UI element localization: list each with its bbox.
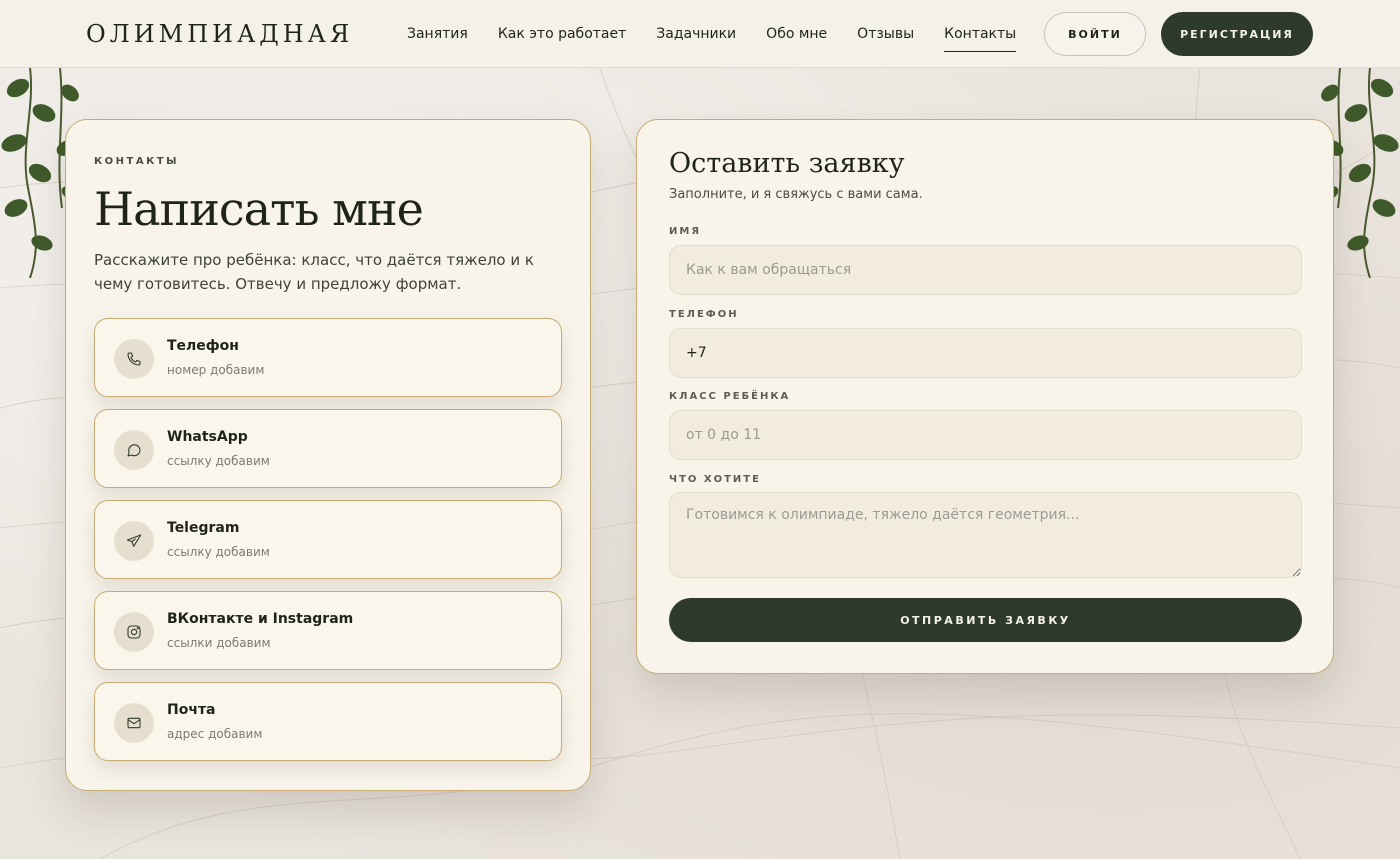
contact-name: WhatsApp xyxy=(167,429,248,445)
contacts-description: Расскажите про ребёнка: класс, что даётс… xyxy=(94,251,534,293)
phone-icon xyxy=(114,339,154,379)
contact-name: ВКонтакте и Instagram xyxy=(167,611,354,627)
nav-link-how-it-works[interactable]: Как это работает xyxy=(498,25,626,52)
contact-item-phone[interactable]: Телефон номер добавим xyxy=(94,318,562,397)
wish-textarea[interactable] xyxy=(669,492,1302,578)
contact-name: Почта xyxy=(167,702,216,718)
submit-request-button[interactable]: ОТПРАВИТЬ ЗАЯВКУ xyxy=(669,598,1302,642)
nav-link-about[interactable]: Обо мне xyxy=(766,25,827,52)
contact-value: ссылку добавим xyxy=(167,454,270,468)
form-subtitle: Заполните, и я свяжусь с вами сама. xyxy=(669,187,923,202)
contacts-eyebrow: КОНТАКТЫ xyxy=(94,156,179,167)
form-title: Оставить заявку xyxy=(669,148,905,179)
contact-name: Телефон xyxy=(167,338,239,354)
contact-value: ссылки добавим xyxy=(167,636,271,650)
name-label: ИМЯ xyxy=(669,226,702,237)
contacts-title: Написать мне xyxy=(94,182,424,236)
contact-value: номер добавим xyxy=(167,363,265,377)
phone-label: ТЕЛЕФОН xyxy=(669,309,739,320)
request-form-card: Оставить заявку Заполните, и я свяжусь с… xyxy=(636,119,1334,674)
register-button[interactable]: РЕГИСТРАЦИЯ xyxy=(1161,12,1313,56)
contact-value: ссылку добавим xyxy=(167,545,270,559)
nav-link-problem-books[interactable]: Задачники xyxy=(656,25,736,52)
wish-label: ЧТО ХОТИТЕ xyxy=(669,474,761,485)
nav-link-lessons[interactable]: Занятия xyxy=(407,25,468,52)
contacts-card: КОНТАКТЫ Написать мне Расскажите про реб… xyxy=(65,119,591,791)
contact-name: Telegram xyxy=(167,520,240,536)
grade-label: КЛАСС РЕБЁНКА xyxy=(669,391,791,402)
contact-item-telegram[interactable]: Telegram ссылку добавим xyxy=(94,500,562,579)
main-nav: Занятия Как это работает Задачники Обо м… xyxy=(407,25,1017,52)
contact-item-email[interactable]: Почта адрес добавим xyxy=(94,682,562,761)
grade-input[interactable] xyxy=(669,410,1302,460)
site-header: ОЛИМПИАДНАЯ Занятия Как это работает Зад… xyxy=(0,0,1400,68)
contact-item-whatsapp[interactable]: WhatsApp ссылку добавим xyxy=(94,409,562,488)
phone-input[interactable] xyxy=(669,328,1302,378)
nav-link-contacts[interactable]: Контакты xyxy=(944,25,1017,52)
instagram-icon xyxy=(114,612,154,652)
mail-icon xyxy=(114,703,154,743)
nav-link-reviews[interactable]: Отзывы xyxy=(857,25,914,52)
contact-item-social[interactable]: ВКонтакте и Instagram ссылки добавим xyxy=(94,591,562,670)
login-button[interactable]: ВОЙТИ xyxy=(1044,12,1146,56)
site-logo[interactable]: ОЛИМПИАДНАЯ xyxy=(86,20,353,48)
contact-value: адрес добавим xyxy=(167,727,263,741)
paper-plane-icon xyxy=(114,521,154,561)
name-input[interactable] xyxy=(669,245,1302,295)
chat-bubble-icon xyxy=(114,430,154,470)
